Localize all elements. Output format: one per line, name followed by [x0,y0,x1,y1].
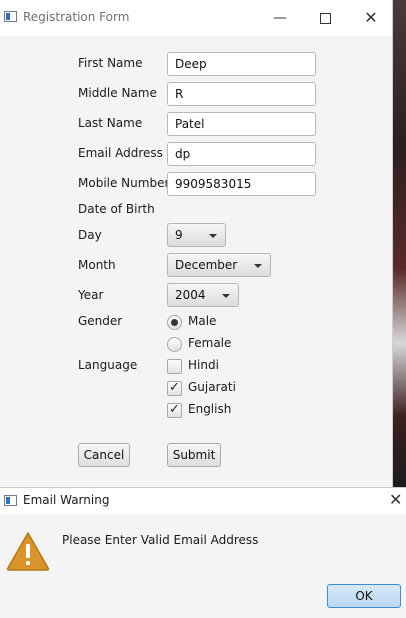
email-warning-dialog: Email Warning ✕ Please Enter Valid Email… [0,487,406,618]
title-bar[interactable]: Registration Form — ✕ [0,0,392,36]
close-button[interactable]: ✕ [361,9,381,27]
language-english-checkbox[interactable] [167,402,182,418]
gender-male-radio[interactable] [167,315,182,330]
mobile-field[interactable]: 9909583015 [167,172,316,196]
email-label: Email Address [78,146,163,160]
desktop-background [392,0,406,490]
last-name-field[interactable]: Patel [167,112,316,136]
language-label: Language [78,358,138,372]
gender-female-radio[interactable] [167,337,182,352]
chevron-down-icon [222,294,230,298]
mobile-label: Mobile Number [78,176,170,190]
first-name-label: First Name [78,56,143,70]
maximize-icon [319,13,331,24]
middle-name-field[interactable]: R [167,82,316,106]
chevron-down-icon [254,264,262,268]
minimize-button[interactable]: — [270,9,290,27]
dialog-title-bar[interactable]: Email Warning ✕ [0,488,406,514]
cancel-button[interactable]: Cancel [78,443,130,467]
submit-button[interactable]: Submit [167,443,221,467]
app-icon [4,495,17,506]
email-field[interactable]: dp [167,142,316,166]
day-select[interactable]: 9 [167,223,226,247]
dialog-message: Please Enter Valid Email Address [62,533,259,547]
month-select[interactable]: December [167,253,271,277]
last-name-label: Last Name [78,116,143,130]
year-label: Year [78,288,104,302]
language-gujarati-checkbox[interactable] [167,380,182,396]
app-icon [4,11,17,22]
gender-label: Gender [78,314,123,328]
dialog-title: Email Warning [23,493,110,507]
month-label: Month [78,258,116,272]
maximize-button[interactable] [315,9,335,27]
gender-male-label: Male [188,314,217,328]
month-value: December [175,258,238,272]
language-hindi-label: Hindi [188,358,219,372]
gender-female-label: Female [188,336,232,350]
dob-label: Date of Birth [78,202,155,216]
day-label: Day [78,228,102,242]
middle-name-label: Middle Name [78,86,157,100]
ok-button[interactable]: OK [327,584,401,608]
year-value: 2004 [175,288,206,302]
day-value: 9 [175,228,183,242]
first-name-field[interactable]: Deep [167,52,316,76]
language-english-label: English [188,402,232,416]
language-hindi-checkbox[interactable] [167,359,182,374]
registration-window: Registration Form — ✕ First Name Deep Mi… [0,0,393,490]
chevron-down-icon [209,234,217,238]
dialog-close-button[interactable]: ✕ [389,490,402,509]
warning-icon [6,532,50,571]
language-gujarati-label: Gujarati [188,380,236,394]
window-title: Registration Form [23,10,130,24]
year-select[interactable]: 2004 [167,283,239,307]
